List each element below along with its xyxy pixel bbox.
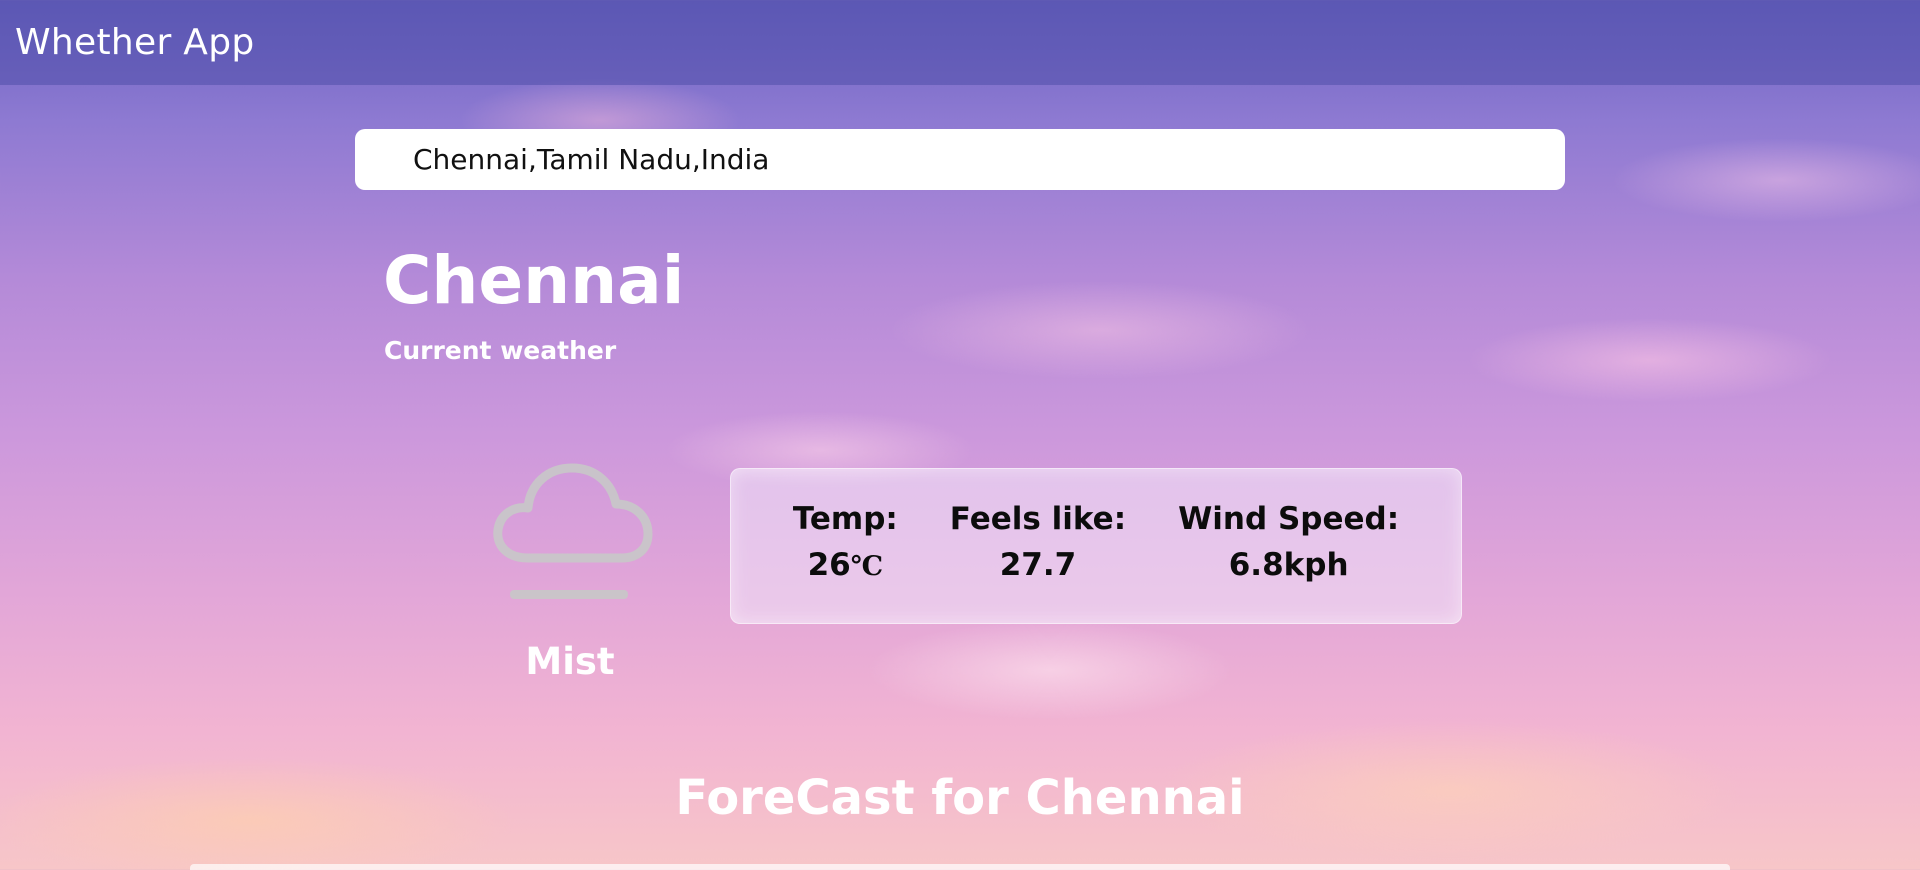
feels-like-value: 27.7 bbox=[999, 547, 1077, 583]
city-name: Chennai bbox=[383, 242, 685, 319]
current-weather-label: Current weather bbox=[384, 336, 617, 365]
feels-like-label: Feels like: bbox=[949, 501, 1127, 537]
temperature-label: Temp: bbox=[792, 501, 898, 537]
weather-stats-card: Temp: 26℃ Feels like: 27.7 Wind Speed: 6… bbox=[730, 468, 1462, 624]
temperature-stat: Temp: 26℃ bbox=[793, 501, 898, 623]
wind-speed-value: 6.8kph bbox=[1228, 547, 1349, 583]
app-title[interactable]: Whether App bbox=[15, 22, 255, 63]
cloud-mist-icon bbox=[488, 450, 656, 605]
forecast-heading: ForeCast for Chennai bbox=[675, 770, 1245, 826]
feels-like-stat: Feels like: 27.7 bbox=[950, 501, 1126, 623]
location-search-input[interactable] bbox=[355, 129, 1565, 190]
wind-speed-stat: Wind Speed: 6.8kph bbox=[1178, 501, 1399, 623]
condition-label: Mist bbox=[525, 640, 615, 683]
wind-speed-label: Wind Speed: bbox=[1178, 501, 1400, 537]
forecast-panel-edge bbox=[190, 864, 1730, 870]
top-navbar: Whether App bbox=[0, 0, 1920, 85]
temperature-unit: ℃ bbox=[850, 551, 884, 582]
temperature-value: 26 bbox=[807, 547, 851, 583]
